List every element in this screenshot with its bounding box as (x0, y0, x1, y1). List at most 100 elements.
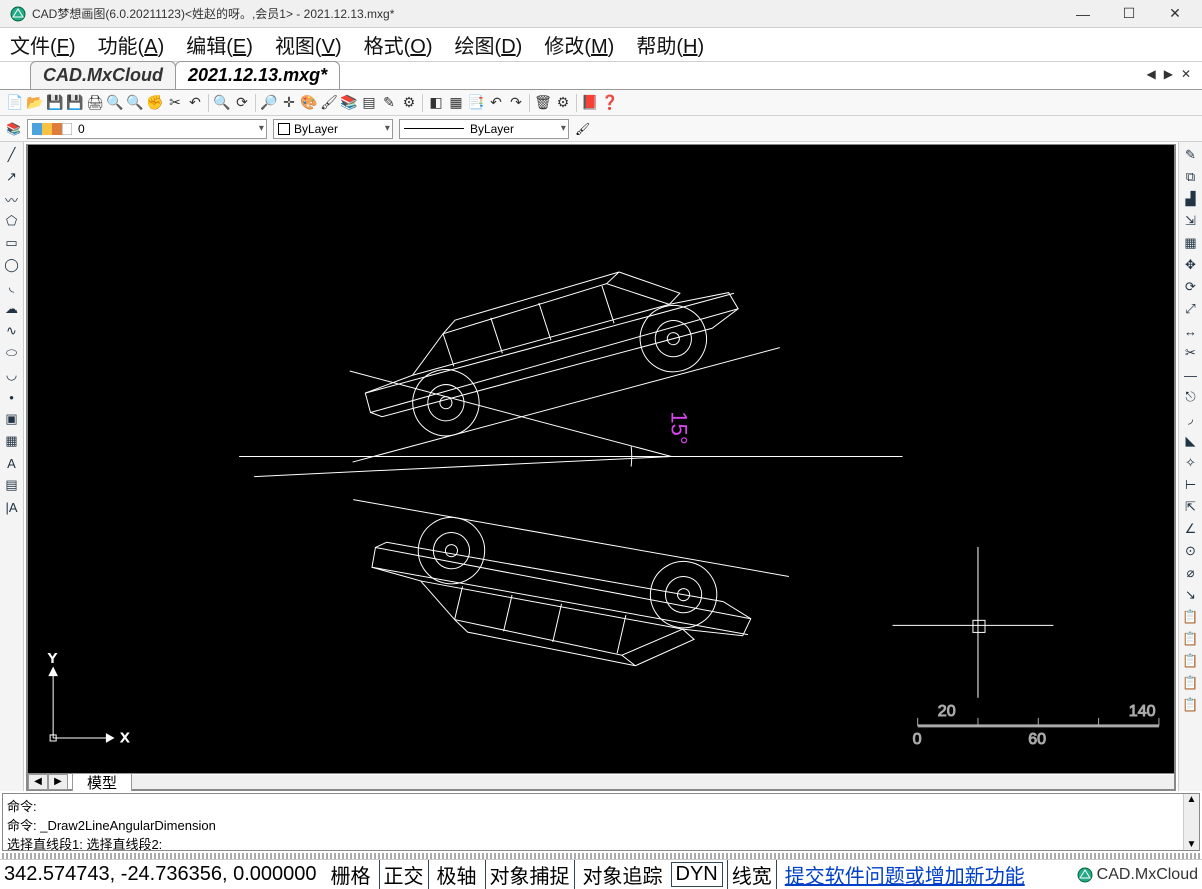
open-icon[interactable]: 📂 (26, 94, 44, 112)
doc-tab-2[interactable]: 2021.12.13.mxg* (175, 61, 340, 89)
regen-icon[interactable]: ⟳ (233, 94, 251, 112)
trim-icon[interactable]: ✂ (1182, 344, 1200, 362)
mtext-icon[interactable]: |A (3, 498, 21, 516)
extend-icon[interactable]: ― (1182, 366, 1200, 384)
xline-icon[interactable]: ↗ (3, 168, 21, 186)
line-icon[interactable]: ╱ (3, 146, 21, 164)
edit-line-icon[interactable]: ✎ (380, 94, 398, 112)
command-window[interactable]: 命令: 命令: _Draw2LineAngularDimension 选择直线段… (2, 793, 1200, 851)
linetype-combo[interactable]: ByLayer▾ (399, 119, 569, 139)
offset-icon[interactable]: ⇲ (1182, 212, 1200, 230)
status-feedback-link[interactable]: 提交软件问题或增加新功能 (785, 860, 1025, 889)
menu-file[interactable]: 文件(F) (10, 30, 76, 59)
menu-draw[interactable]: 绘图(D) (455, 30, 523, 59)
copy-icon[interactable]: ⧉ (1182, 168, 1200, 186)
fillet-icon[interactable]: ◞ (1182, 410, 1200, 428)
tab-scroll-left-icon[interactable]: ◀ (28, 774, 48, 790)
menu-help[interactable]: 帮助(H) (636, 30, 704, 59)
polygon-icon[interactable]: ⬠ (3, 212, 21, 230)
ellipse-arc-icon[interactable]: ◡ (3, 366, 21, 384)
break-icon[interactable]: ⎋ (1182, 388, 1200, 406)
clipboard-5-icon[interactable]: 📋 (1182, 696, 1200, 714)
block-insert-icon[interactable]: ▣ (3, 410, 21, 428)
insert-icon[interactable]: ▦ (447, 94, 465, 112)
circle-icon[interactable]: ◯ (3, 256, 21, 274)
dim-radius-icon[interactable]: ⊙ (1182, 542, 1200, 560)
xref-icon[interactable]: 📑 (467, 94, 485, 112)
tab-prev-icon[interactable]: ◀ (1143, 67, 1158, 81)
mirror-icon[interactable]: ▟ (1182, 190, 1200, 208)
clipboard-copy-icon[interactable]: 📋 (1182, 608, 1200, 626)
tab-scroll-right-icon[interactable]: ▶ (48, 774, 68, 790)
drawing-canvas[interactable]: 15° (26, 144, 1176, 773)
redo-icon[interactable]: ↷ (507, 94, 525, 112)
status-lwt[interactable]: 线宽 (727, 859, 777, 889)
maximize-button[interactable]: ☐ (1106, 0, 1152, 28)
polyline-icon[interactable]: 〰 (3, 190, 21, 208)
brush-icon[interactable]: 🖌 (320, 94, 338, 112)
tab-close-icon[interactable]: ✕ (1178, 67, 1194, 81)
status-otrack[interactable]: 对象追踪 (579, 860, 667, 889)
undo-icon[interactable]: ↶ (487, 94, 505, 112)
point-icon[interactable]: • (3, 388, 21, 406)
dim-angular-icon[interactable]: ∠ (1182, 520, 1200, 538)
layers-icon[interactable]: 📚 (340, 94, 358, 112)
text-icon[interactable]: A (3, 454, 21, 472)
status-grid[interactable]: 栅格 (327, 860, 375, 889)
scale-icon[interactable]: ⤢ (1182, 300, 1200, 318)
stretch-icon[interactable]: ↔ (1182, 322, 1200, 340)
menu-func[interactable]: 功能(A) (98, 30, 165, 59)
clipboard-cut-icon[interactable]: 📋 (1182, 652, 1200, 670)
cmd-scrollbar[interactable]: ▲▼ (1183, 794, 1199, 850)
block-icon[interactable]: ◧ (427, 94, 445, 112)
status-osnap[interactable]: 对象捕捉 (485, 859, 575, 889)
help-icon[interactable]: ❓ (601, 94, 619, 112)
zoom-window-icon[interactable]: 🔍 (126, 94, 144, 112)
palette-icon[interactable]: 🎨 (300, 94, 318, 112)
settings-icon[interactable]: ⚙ (554, 94, 572, 112)
chamfer-icon[interactable]: ◣ (1182, 432, 1200, 450)
model-tab[interactable]: 模型 (72, 773, 132, 791)
zoom-extents-icon[interactable]: 🔍 (106, 94, 124, 112)
export-pdf-icon[interactable]: 📕 (581, 94, 599, 112)
ellipse-icon[interactable]: ⬭ (3, 344, 21, 362)
menu-view[interactable]: 视图(V) (275, 30, 342, 59)
dim-aligned-icon[interactable]: ⇱ (1182, 498, 1200, 516)
properties-icon[interactable]: ⚙ (400, 94, 418, 112)
explode-icon[interactable]: ✧ (1182, 454, 1200, 472)
status-polar[interactable]: 极轴 (433, 860, 481, 889)
hscrollbar[interactable] (132, 775, 1174, 789)
erase-icon[interactable]: ✎ (1182, 146, 1200, 164)
table-icon[interactable]: ▤ (3, 476, 21, 494)
undo-path-icon[interactable]: ↶ (186, 94, 204, 112)
clipboard-4-icon[interactable]: 📋 (1182, 674, 1200, 692)
menu-format[interactable]: 格式(O) (364, 30, 433, 59)
new-icon[interactable]: 📄 (6, 94, 24, 112)
arc-icon[interactable]: ◟ (3, 278, 21, 296)
array-icon[interactable]: ▦ (1182, 234, 1200, 252)
purge-icon[interactable]: 🗑 (534, 94, 552, 112)
find-icon[interactable]: 🔎 (260, 94, 278, 112)
menu-edit[interactable]: 编辑(E) (186, 30, 253, 59)
status-dyn[interactable]: DYN (671, 862, 723, 887)
layer-combo[interactable]: 0 ▾ (27, 119, 267, 139)
cut-icon[interactable]: ✂ (166, 94, 184, 112)
dim-linear-icon[interactable]: ⊢ (1182, 476, 1200, 494)
lineweight-icon[interactable]: ▤ (360, 94, 378, 112)
tab-next-icon[interactable]: ▶ (1161, 67, 1176, 81)
hatch-icon[interactable]: ▦ (3, 432, 21, 450)
rectangle-icon[interactable]: ▭ (3, 234, 21, 252)
save-icon[interactable]: 💾 (46, 94, 64, 112)
move-icon[interactable]: ✥ (1182, 256, 1200, 274)
leader-icon[interactable]: ↘ (1182, 586, 1200, 604)
revcloud-icon[interactable]: ☁ (3, 300, 21, 318)
dim-diameter-icon[interactable]: ⌀ (1182, 564, 1200, 582)
menu-modify[interactable]: 修改(M) (544, 30, 614, 59)
saveas-icon[interactable]: 💾 (66, 94, 84, 112)
clipboard-paste-icon[interactable]: 📋 (1182, 630, 1200, 648)
doc-tab-1[interactable]: CAD.MxCloud (30, 61, 176, 89)
rotate-icon[interactable]: ⟳ (1182, 278, 1200, 296)
minimize-button[interactable]: — (1060, 0, 1106, 28)
pan-icon[interactable]: ✊ (146, 94, 164, 112)
color-combo[interactable]: ByLayer▾ (273, 119, 393, 139)
